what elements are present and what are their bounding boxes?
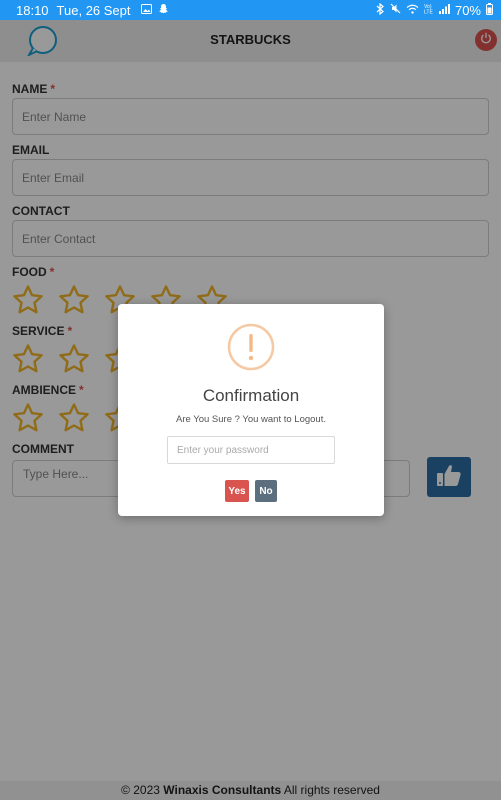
snapchat-icon (158, 3, 169, 17)
battery-percent: 70% (454, 2, 481, 18)
bluetooth-icon (376, 2, 385, 18)
exclamation-circle-icon (227, 323, 275, 371)
status-time: 18:10 (16, 2, 49, 18)
password-input[interactable]: Enter your password (167, 436, 335, 464)
no-button[interactable]: No (255, 480, 277, 502)
wifi-icon (406, 4, 419, 17)
status-bar: 18:10 Tue, 26 Sept Vo) LTE 70% (0, 0, 501, 20)
password-placeholder: Enter your password (177, 444, 269, 456)
mute-icon (390, 3, 401, 17)
svg-text:LTE: LTE (424, 10, 433, 15)
status-date: Tue, 26 Sept (56, 2, 131, 18)
signal-icon (438, 3, 450, 17)
battery-icon (486, 2, 493, 18)
volte-icon: Vo) LTE (424, 3, 434, 17)
yes-button[interactable]: Yes (225, 480, 249, 502)
dialog-message: Are You Sure ? You want to Logout. (175, 414, 326, 425)
gallery-icon (140, 3, 152, 17)
logout-confirmation-dialog: Confirmation Are You Sure ? You want to … (118, 304, 384, 516)
dialog-title: Confirmation (202, 386, 300, 405)
